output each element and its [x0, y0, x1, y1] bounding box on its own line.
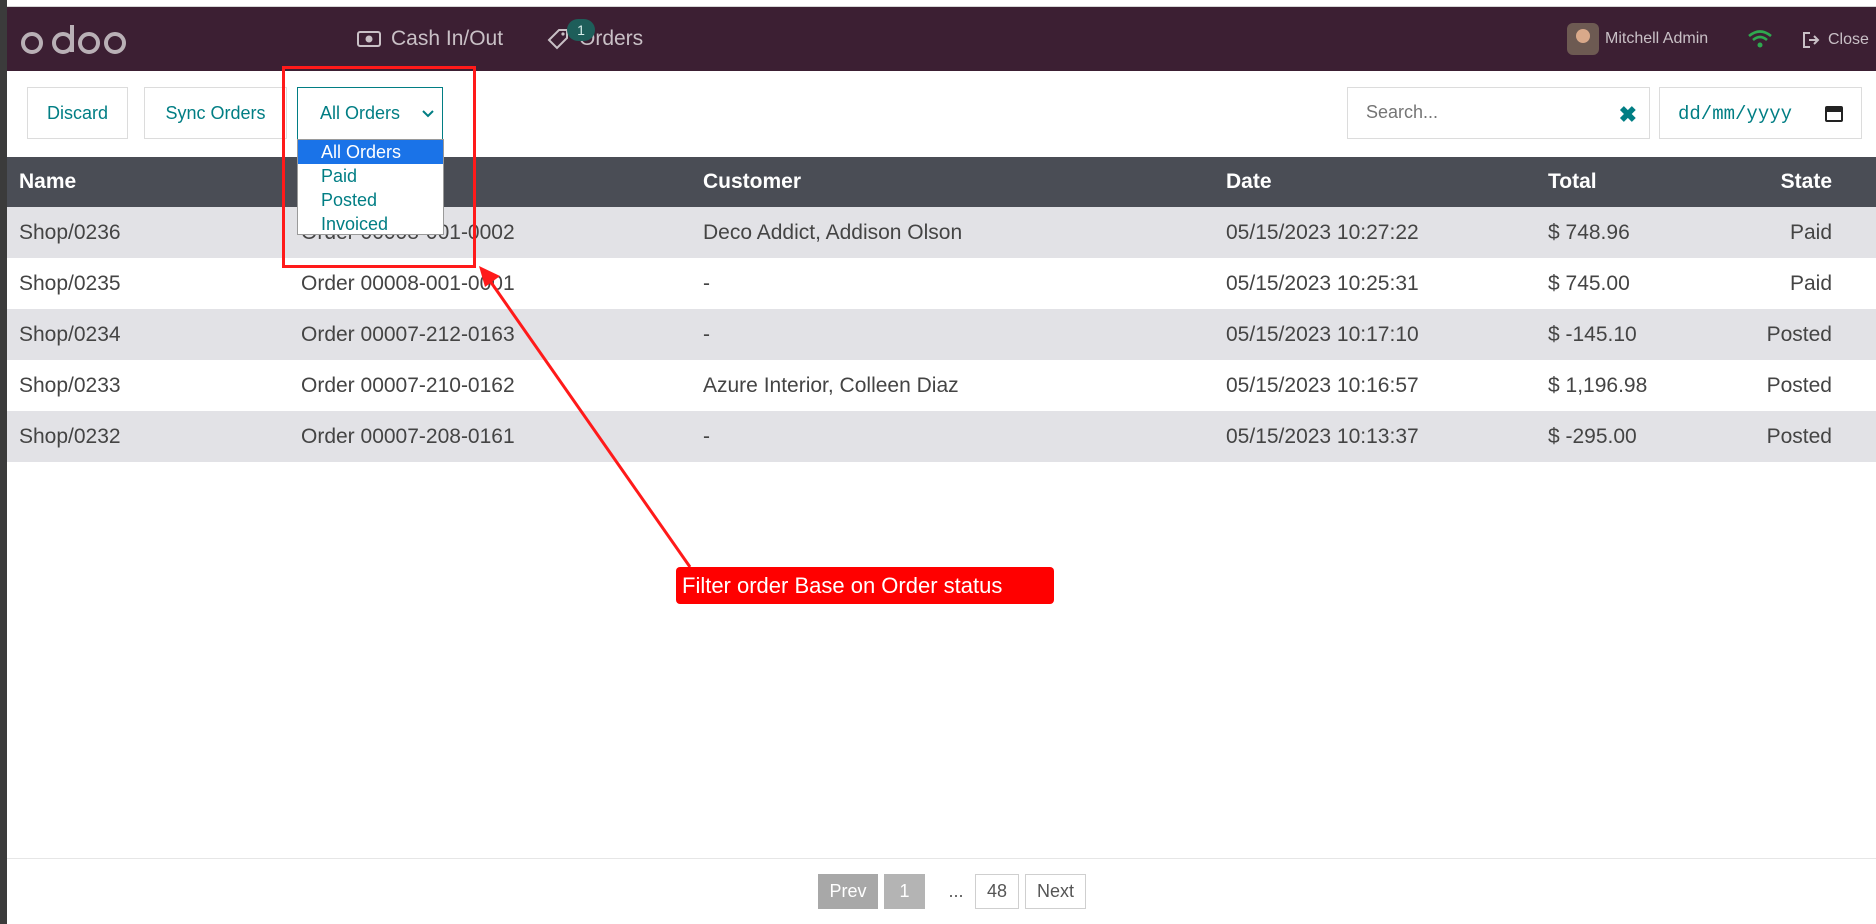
row-customer: - — [703, 424, 710, 448]
row-date: 05/15/2023 10:17:10 — [1226, 322, 1419, 346]
row-date: 05/15/2023 10:27:22 — [1226, 220, 1419, 244]
sync-orders-button[interactable]: Sync Orders — [144, 87, 287, 139]
orders-button[interactable]: Orders — [547, 27, 643, 51]
top-strip — [0, 0, 1876, 7]
row-state: Posted — [1766, 424, 1832, 448]
row-name: Shop/0232 — [19, 424, 121, 448]
search-input[interactable] — [1366, 102, 1596, 123]
tag-icon — [547, 29, 568, 50]
next-page-button[interactable]: Next — [1025, 874, 1086, 909]
row-customer: - — [703, 322, 710, 346]
annotation-label: Filter order Base on Order status — [676, 567, 1054, 604]
money-icon — [357, 31, 381, 47]
row-state: Posted — [1766, 373, 1832, 397]
close-button[interactable]: Close — [1802, 31, 1869, 49]
header-state: State — [1780, 170, 1832, 193]
row-name: Shop/0234 — [19, 322, 121, 346]
row-reference: Order 00007-208-0161 — [301, 424, 515, 448]
cash-in-out-label: Cash In/Out — [391, 27, 504, 50]
table-row[interactable]: Shop/0233 Order 00007-210-0162 Azure Int… — [7, 360, 1876, 411]
row-state: Paid — [1789, 220, 1832, 244]
user-name: Mitchell Admin — [1605, 30, 1709, 47]
discard-button[interactable]: Discard — [27, 87, 128, 139]
row-name: Shop/0236 — [19, 220, 121, 244]
row-date: 05/15/2023 10:25:31 — [1226, 271, 1419, 295]
header-date: Date — [1226, 170, 1272, 193]
page-1-button[interactable]: 1 — [884, 874, 925, 909]
header-name: Name — [19, 170, 77, 193]
pagination-bar: Prev 1 ... 48 Next — [7, 858, 1876, 924]
page-48-button[interactable]: 48 — [975, 874, 1019, 909]
row-state: Posted — [1766, 322, 1832, 346]
row-total: $ -295.00 — [1548, 424, 1637, 448]
annotation-highlight-box — [282, 66, 476, 268]
app-window: Cash In/Out Orders 1 Mitchell Admin Clos… — [0, 0, 1876, 924]
row-date: 05/15/2023 10:16:57 — [1226, 373, 1419, 397]
row-total: $ 1,196.98 — [1548, 373, 1648, 397]
row-total: $ 748.96 — [1548, 220, 1630, 244]
row-name: Shop/0235 — [19, 271, 121, 295]
row-customer: - — [703, 271, 710, 295]
table-row[interactable]: Shop/0232 Order 00007-208-0161 - 05/15/2… — [7, 411, 1876, 462]
row-state: Paid — [1789, 271, 1832, 295]
row-reference: Order 00007-212-0163 — [301, 322, 515, 346]
row-customer: Deco Addict, Addison Olson — [703, 220, 963, 244]
header-total: Total — [1548, 170, 1597, 193]
wifi-icon — [1748, 30, 1772, 48]
row-date: 05/15/2023 10:13:37 — [1226, 424, 1419, 448]
row-customer: Azure Interior, Colleen Diaz — [703, 373, 959, 397]
row-name: Shop/0233 — [19, 373, 121, 397]
orders-count-badge: 1 — [567, 19, 595, 41]
user-menu[interactable]: Mitchell Admin — [1567, 23, 1708, 55]
prev-page-button[interactable]: Prev — [818, 874, 878, 909]
row-total: $ -145.10 — [1548, 322, 1637, 346]
table-row[interactable]: Shop/0234 Order 00007-212-0163 - 05/15/2… — [7, 309, 1876, 360]
date-filter[interactable]: dd/mm/yyyy — [1659, 87, 1862, 139]
row-reference: Order 00007-210-0162 — [301, 373, 515, 397]
odoo-logo — [21, 25, 126, 54]
pagination-ellipsis: ... — [948, 881, 964, 901]
avatar — [1567, 23, 1599, 55]
cash-in-out-button[interactable]: Cash In/Out — [357, 27, 503, 51]
search-box: ✖ — [1347, 87, 1650, 139]
date-placeholder: dd/mm/yyyy — [1678, 103, 1793, 125]
navbar: Cash In/Out Orders 1 Mitchell Admin Clos… — [7, 7, 1876, 71]
calendar-icon[interactable] — [1825, 104, 1843, 122]
clear-search-icon[interactable]: ✖ — [1619, 102, 1637, 128]
row-total: $ 745.00 — [1548, 271, 1630, 295]
sign-out-icon — [1803, 32, 1820, 48]
close-label: Close — [1828, 31, 1869, 48]
header-customer: Customer — [703, 170, 802, 193]
left-edge — [0, 0, 7, 924]
